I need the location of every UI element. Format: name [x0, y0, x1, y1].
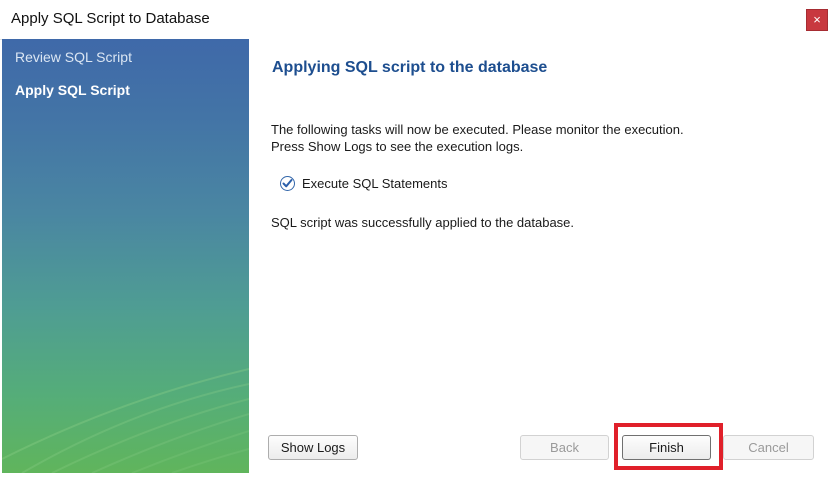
window-title: Apply SQL Script to Database	[11, 10, 210, 27]
sidebar-swoosh-decoration	[2, 368, 249, 473]
close-button[interactable]: ×	[806, 9, 828, 31]
title-bar: Apply SQL Script to Database ×	[0, 0, 834, 40]
instructions-text: The following tasks will now be executed…	[271, 121, 684, 155]
task-label: Execute SQL Statements	[302, 175, 448, 191]
apply-sql-dialog: Apply SQL Script to Database × Review SQ…	[0, 0, 834, 477]
instructions-line-1: The following tasks will now be executed…	[271, 122, 684, 137]
task-execute-sql-statements: Execute SQL Statements	[280, 174, 447, 192]
instructions-line-2: Press Show Logs to see the execution log…	[271, 139, 524, 154]
show-logs-button[interactable]: Show Logs	[268, 435, 358, 460]
wizard-sidebar: Review SQL Script Apply SQL Script	[2, 39, 249, 473]
step-review-sql-script: Review SQL Script	[15, 49, 132, 65]
cancel-button[interactable]: Cancel	[723, 435, 814, 460]
result-message: SQL script was successfully applied to t…	[271, 215, 575, 230]
close-icon: ×	[813, 12, 821, 27]
check-circle-icon	[280, 175, 295, 191]
back-button[interactable]: Back	[520, 435, 609, 460]
page-heading: Applying SQL script to the database	[272, 59, 548, 76]
wizard-content: Applying SQL script to the database The …	[249, 39, 834, 473]
finish-highlight-box	[614, 423, 723, 470]
step-apply-sql-script: Apply SQL Script	[15, 82, 130, 98]
